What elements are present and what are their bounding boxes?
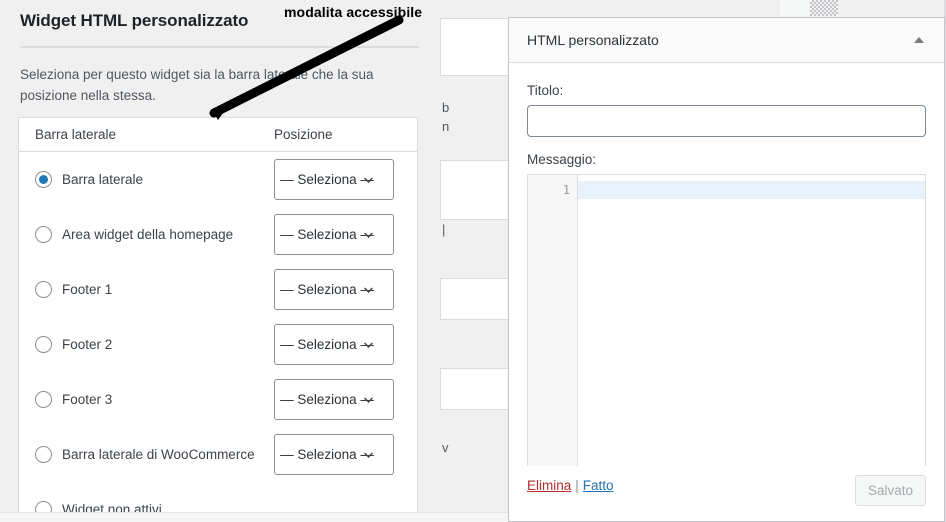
sidebar-radio-4[interactable]: [35, 391, 52, 408]
save-button[interactable]: Salvato: [854, 475, 926, 506]
sidebar-name-cell: Footer 3: [19, 391, 274, 408]
background-toolbar-strip: [780, 0, 810, 16]
background-text-1: b: [442, 100, 450, 115]
widget-panel-footer: Elimina | Fatto Salvato: [509, 466, 944, 521]
chevron-down-icon: [364, 342, 373, 351]
panel-description: Seleziona per questo widget sia la barra…: [20, 67, 374, 103]
sidebar-name-cell: Area widget della homepage: [19, 226, 274, 243]
sidebar-radio-label: Footer 1: [62, 282, 113, 297]
widget-sidebar-chooser-panel: Widget HTML personalizzato Seleziona per…: [0, 0, 440, 522]
sidebar-name-cell: Barra laterale di WooCommerce: [19, 446, 274, 463]
sidebar-radio-label: Barra laterale di WooCommerce: [62, 447, 255, 462]
custom-html-widget-panel: HTML personalizzato Titolo: Messaggio: 1: [508, 17, 945, 522]
code-editor-gutter: 1: [528, 175, 578, 472]
sidebar-radio-label: Area widget della homepage: [62, 227, 234, 242]
background-text-4: v: [442, 440, 449, 455]
widget-panel-body: Titolo: Messaggio: 1: [509, 63, 944, 473]
sidebar-radio-1[interactable]: [35, 226, 52, 243]
title-divider: [20, 46, 419, 48]
footer-links: Elimina | Fatto: [527, 466, 614, 493]
table-header-row: Barra laterale Posizione: [19, 118, 417, 152]
chevron-down-icon: [364, 397, 373, 406]
sidebar-radio-5[interactable]: [35, 446, 52, 463]
chevron-down-icon: [364, 232, 373, 241]
column-header-position: Posizione: [274, 127, 333, 142]
message-field-label: Messaggio:: [527, 152, 597, 167]
sidebar-radio-3[interactable]: [35, 336, 52, 353]
widget-panel-title: HTML personalizzato: [527, 32, 659, 48]
sidebar-radio-label: Barra laterale: [62, 172, 144, 187]
page-title: Widget HTML personalizzato: [20, 11, 249, 30]
sidebar-name-cell: Footer 1: [19, 281, 274, 298]
widget-panel-header[interactable]: HTML personalizzato: [509, 18, 944, 63]
table-row: Barra laterale — Seleziona —: [19, 152, 417, 207]
active-line-highlight: [578, 181, 925, 199]
column-header-sidebar: Barra laterale: [35, 127, 117, 142]
sidebar-radio-2[interactable]: [35, 281, 52, 298]
table-row: Footer 2 — Seleziona —: [19, 317, 417, 372]
done-link[interactable]: Fatto: [583, 478, 614, 493]
table-row: Footer 1 — Seleziona —: [19, 262, 417, 317]
position-cell: — Seleziona —: [274, 379, 417, 420]
delete-widget-link[interactable]: Elimina: [527, 478, 571, 493]
link-separator: |: [575, 478, 579, 493]
sidebar-name-cell: Barra laterale: [19, 171, 274, 188]
drag-handle-texture: [810, 0, 838, 16]
background-text-2: n: [442, 119, 450, 134]
chevron-down-icon: [364, 287, 373, 296]
line-number: 1: [562, 183, 570, 197]
background-text-3: |: [442, 222, 446, 237]
position-cell: — Seleziona —: [274, 214, 417, 255]
annotation-label: modalita accessibile: [284, 4, 423, 20]
sidebar-radio-0[interactable]: [35, 171, 52, 188]
sidebar-selection-table: Barra laterale Posizione Barra laterale —…: [18, 117, 418, 522]
sidebar-radio-label: Footer 3: [62, 392, 113, 407]
screen-root: Widget HTML personalizzato Seleziona per…: [0, 0, 946, 522]
position-select-3[interactable]: — Seleziona —: [274, 324, 394, 365]
message-code-editor[interactable]: 1: [527, 174, 926, 473]
position-cell: — Seleziona —: [274, 159, 417, 200]
position-cell: — Seleziona —: [274, 324, 417, 365]
position-select-2[interactable]: — Seleziona —: [274, 269, 394, 310]
title-field-label: Titolo:: [527, 83, 564, 98]
table-row: Barra laterale di WooCommerce — Seleziona…: [19, 427, 417, 482]
position-cell: — Seleziona —: [274, 434, 417, 475]
title-input[interactable]: [527, 105, 926, 137]
table-row: Area widget della homepage — Seleziona —: [19, 207, 417, 262]
chevron-up-icon[interactable]: [908, 29, 930, 51]
chevron-down-icon: [364, 452, 373, 461]
table-row: Footer 3 — Seleziona —: [19, 372, 417, 427]
position-select-0[interactable]: — Seleziona —: [274, 159, 394, 200]
code-editor-textarea[interactable]: [578, 175, 925, 472]
sidebar-name-cell: Footer 2: [19, 336, 274, 353]
sidebar-radio-label: Footer 2: [62, 337, 113, 352]
position-select-5[interactable]: — Seleziona —: [274, 434, 394, 475]
position-cell: — Seleziona —: [274, 269, 417, 310]
chevron-down-icon: [364, 177, 373, 186]
position-select-4[interactable]: — Seleziona —: [274, 379, 394, 420]
table-body: Barra laterale — Seleziona — Area widget d…: [19, 152, 417, 522]
position-select-1[interactable]: — Seleziona —: [274, 214, 394, 255]
